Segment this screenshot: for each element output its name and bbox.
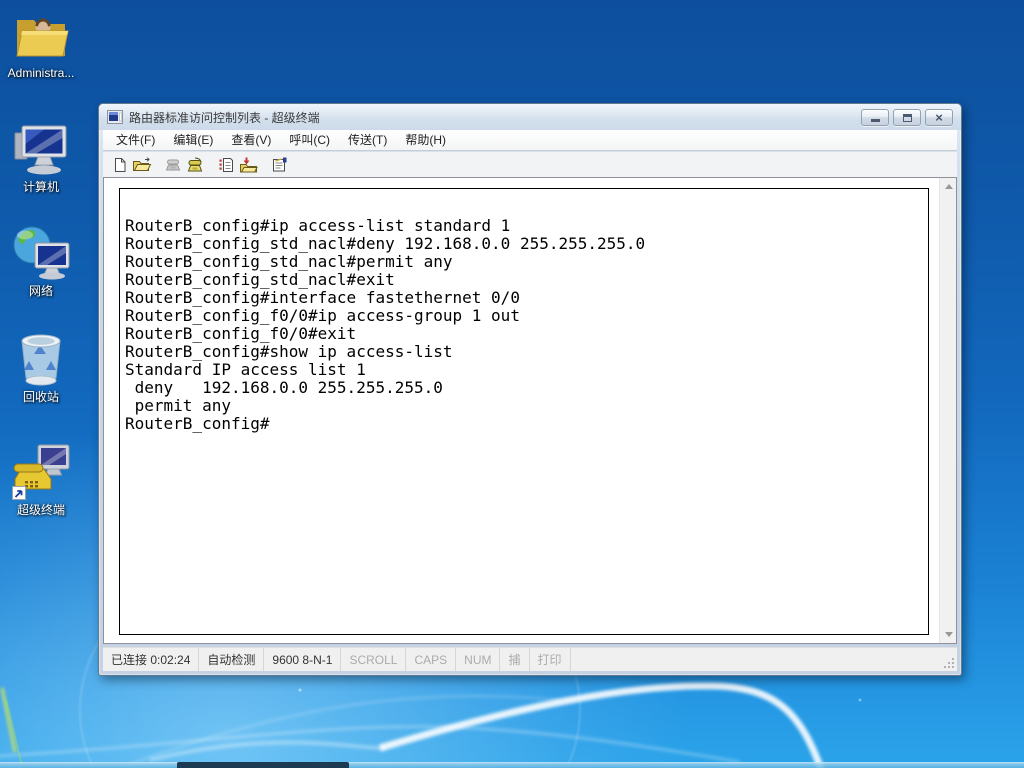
caption-buttons: ×: [861, 109, 953, 126]
terminal-line: RouterB_config#ip access-list standard 1: [125, 216, 511, 235]
terminal-line: permit any: [125, 396, 231, 415]
menu-transfer[interactable]: 传送(T): [339, 130, 396, 150]
terminal-line: deny 192.168.0.0 255.255.255.0: [125, 378, 443, 397]
window-title: 路由器标准访问控制列表 - 超级终端: [129, 110, 320, 125]
terminal-client-area[interactable]: RouterB_config#ip access-list standard 1…: [103, 177, 957, 644]
terminal-line: RouterB_config_f0/0#exit: [125, 324, 357, 343]
computer-icon: [2, 120, 80, 178]
vertical-scrollbar[interactable]: [939, 178, 956, 643]
desktop-icon-label: 回收站: [22, 390, 59, 404]
terminal-line: RouterB_config#show ip access-list: [125, 342, 453, 361]
desktop-icon-administrator[interactable]: Administra...: [2, 6, 80, 80]
network-icon: [2, 224, 80, 282]
menu-view[interactable]: 查看(V): [222, 130, 280, 150]
status-connection: 已连接 0:02:24: [103, 648, 200, 671]
taskbar-top-sliver[interactable]: [0, 762, 1024, 768]
desktop-icon-recycle-bin[interactable]: 回收站: [2, 330, 80, 404]
new-connection-button[interactable]: [109, 154, 131, 175]
status-baud-rate: 9600 8-N-1: [264, 648, 342, 671]
call-button[interactable]: [162, 154, 184, 175]
call-icon: [165, 159, 181, 171]
disconnect-icon: [187, 157, 203, 171]
desktop-icon-label: 超级终端: [16, 503, 65, 517]
terminal-line: RouterB_config_std_nacl#deny 192.168.0.0…: [125, 234, 646, 253]
receive-button[interactable]: [237, 154, 259, 175]
disconnect-button[interactable]: [184, 154, 206, 175]
close-icon: ×: [935, 110, 943, 125]
scroll-down-button[interactable]: [940, 626, 957, 643]
desktop-icon-computer[interactable]: 计算机: [2, 120, 80, 194]
minimize-icon: [870, 119, 880, 122]
terminal-screen[interactable]: RouterB_config#ip access-list standard 1…: [119, 188, 929, 635]
status-caps-lock: CAPS: [406, 648, 457, 671]
arrow-up-icon: [944, 184, 953, 189]
desktop-icon-label: 网络: [28, 284, 53, 298]
restore-icon: [902, 113, 912, 122]
terminal-line: Standard IP access list 1: [125, 360, 366, 379]
desktop-icon-network[interactable]: 网络: [2, 224, 80, 298]
send-button[interactable]: [215, 154, 237, 175]
hyperterminal-window: 路由器标准访问控制列表 - 超级终端 × 文件(F) 编辑(E) 查看(V) 呼…: [98, 103, 962, 676]
properties-button[interactable]: [268, 154, 290, 175]
menu-file[interactable]: 文件(F): [107, 130, 164, 150]
terminal-line: RouterB_config_std_nacl#permit any: [125, 252, 453, 271]
recycle-bin-icon: [2, 330, 80, 388]
hyperterminal-window-icon: [107, 110, 123, 124]
new-connection-icon: [114, 157, 125, 172]
status-num-lock: NUM: [456, 648, 501, 671]
close-button[interactable]: ×: [925, 109, 953, 126]
resize-grip[interactable]: [943, 657, 956, 670]
desktop-icon-label: Administra...: [7, 66, 75, 80]
window-titlebar[interactable]: 路由器标准访问控制列表 - 超级终端 ×: [99, 104, 961, 130]
receive-icon: [239, 157, 258, 172]
toolbar: [103, 152, 957, 177]
status-scroll-lock: SCROLL: [341, 648, 407, 671]
menu-bar: 文件(F) 编辑(E) 查看(V) 呼叫(C) 传送(T) 帮助(H): [103, 130, 957, 151]
terminal-line: RouterB_config_std_nacl#exit: [125, 270, 395, 289]
terminal-line: RouterB_config#: [125, 414, 270, 433]
arrow-down-icon: [944, 632, 953, 637]
desktop-icon-hyperterminal[interactable]: 超级终端: [2, 443, 80, 517]
send-icon: [219, 157, 233, 172]
terminal-line: RouterB_config_f0/0#ip access-group 1 ou…: [125, 306, 520, 325]
desktop-icon-label: 计算机: [22, 180, 59, 194]
status-auto-detect: 自动检测: [199, 648, 265, 671]
menu-call[interactable]: 呼叫(C): [280, 130, 339, 150]
open-icon: [133, 156, 152, 171]
open-button[interactable]: [131, 154, 153, 175]
administrator-folder-icon: [2, 6, 80, 64]
menu-edit[interactable]: 编辑(E): [164, 130, 222, 150]
minimize-button[interactable]: [861, 109, 889, 126]
taskbar-button-sliver[interactable]: [177, 762, 349, 768]
status-bar: 已连接 0:02:24 自动检测 9600 8-N-1 SCROLL CAPS …: [103, 647, 957, 671]
status-capture: 捕: [500, 648, 530, 671]
menu-help[interactable]: 帮助(H): [396, 130, 455, 150]
terminal-line: RouterB_config#interface fastethernet 0/…: [125, 288, 520, 307]
hyperterminal-icon: [2, 443, 80, 501]
restore-button[interactable]: [893, 109, 921, 126]
scroll-up-button[interactable]: [940, 178, 957, 195]
status-print-echo: 打印: [530, 648, 571, 671]
desktop: Administra... 计算机 网络 回收站 超级终端 路由器标准访问控制列…: [0, 0, 1024, 768]
properties-icon: [272, 157, 286, 171]
terminal-output: RouterB_config#ip access-list standard 1…: [120, 189, 928, 433]
